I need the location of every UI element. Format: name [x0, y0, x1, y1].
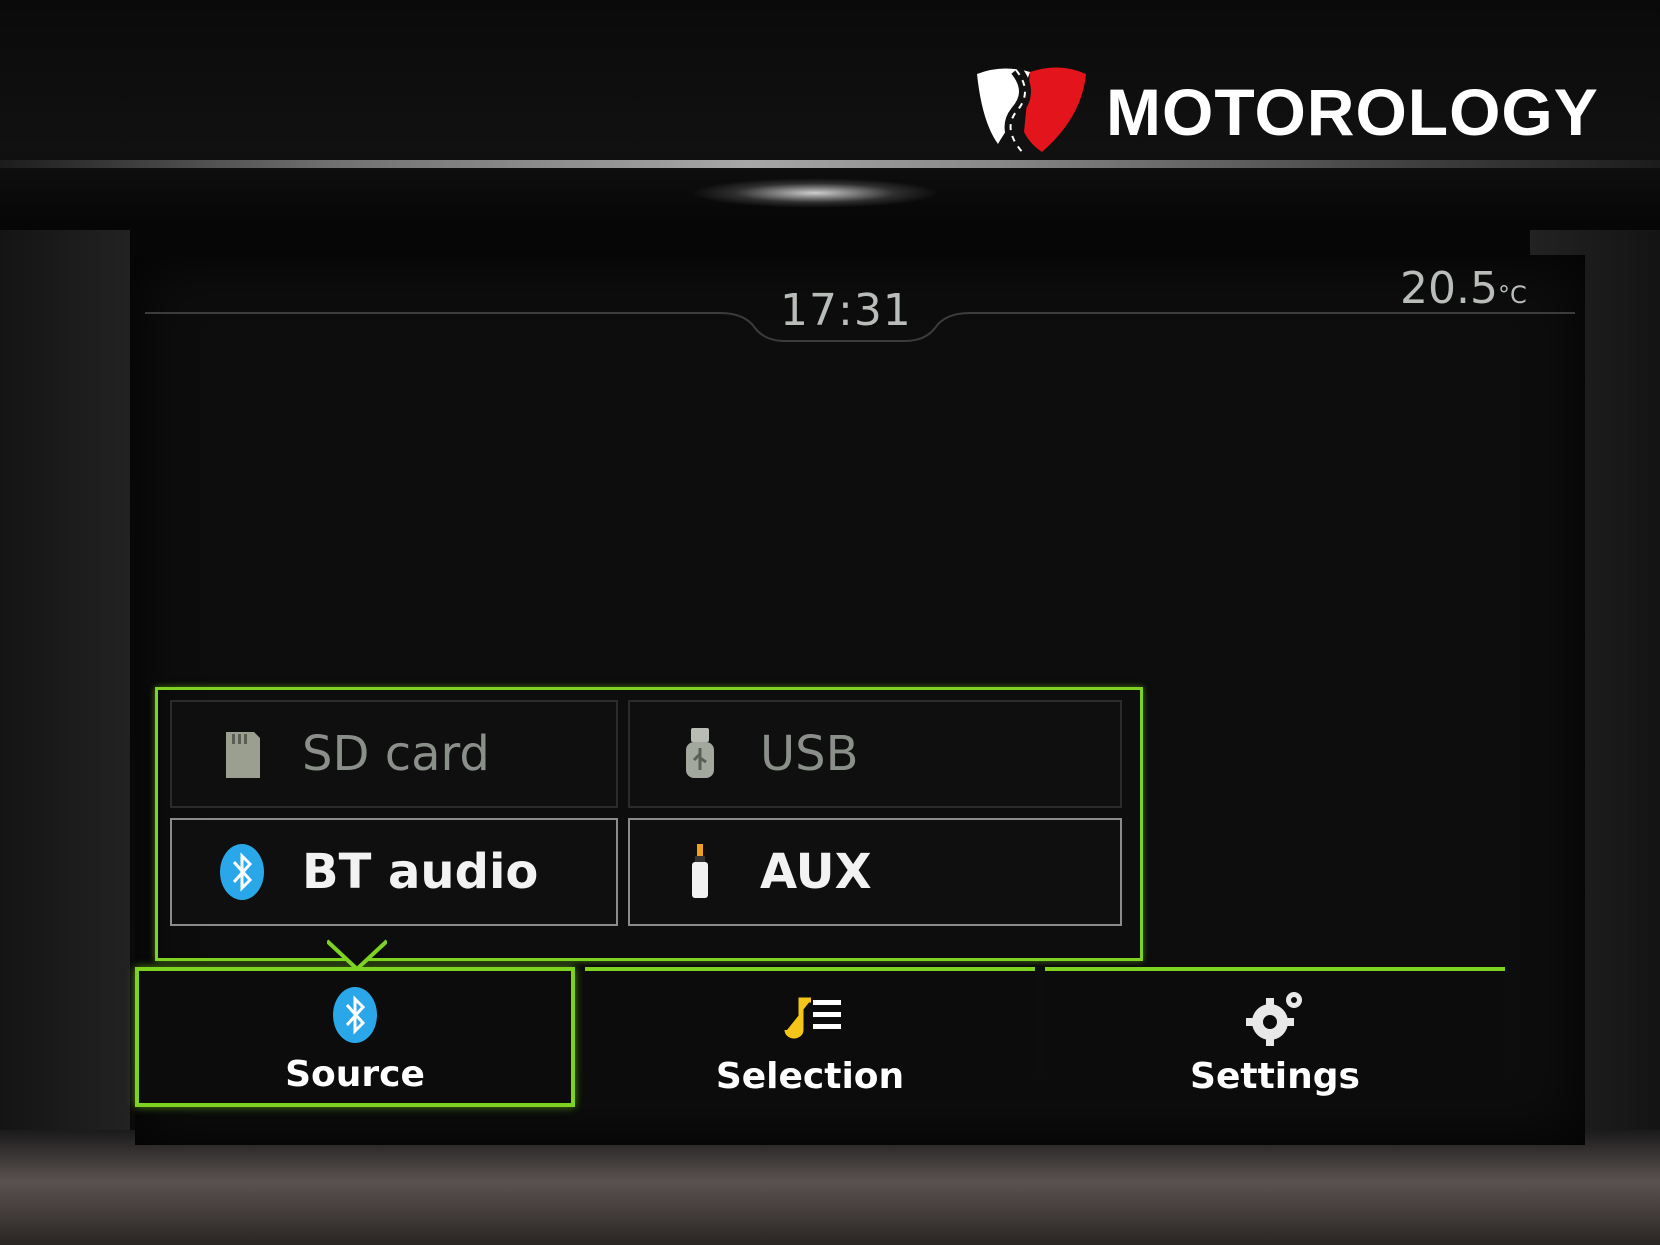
dashboard-bezel: MOTOROLOGY 17:31 20.5°C SD card USB BT a…: [0, 0, 1660, 1245]
usb-icon: [686, 728, 714, 778]
temperature-unit: °C: [1497, 281, 1527, 309]
source-option-label: USB: [760, 726, 859, 782]
watermark-logo: MOTOROLOGY: [972, 62, 1599, 162]
source-option-label: SD card: [302, 726, 490, 782]
left-trim: [0, 230, 130, 1130]
gear-icon: [1246, 991, 1302, 1046]
popup-pointer: [327, 939, 387, 971]
clock: 17:31: [780, 285, 912, 336]
source-option-aux[interactable]: AUX: [628, 818, 1122, 926]
infotainment-screen: 17:31 20.5°C SD card USB BT audio AUX So…: [135, 255, 1585, 1145]
trim-reflection: [690, 178, 940, 208]
source-option-bt-audio[interactable]: BT audio: [170, 818, 618, 926]
road-shield-icon: [977, 66, 1086, 159]
aux-jack-icon: [692, 844, 708, 898]
source-selection-popup: SD card USB BT audio AUX: [155, 687, 1143, 961]
nav-settings-button[interactable]: Settings: [1045, 967, 1505, 1107]
source-option-label: AUX: [760, 844, 872, 900]
sd-card-icon: [226, 732, 260, 778]
bottom-trim: [0, 1130, 1660, 1245]
nav-label: Source: [285, 1053, 425, 1095]
music-list-icon: [784, 997, 841, 1038]
source-option-sd-card[interactable]: SD card: [170, 700, 618, 808]
bottom-navigation: Source Selection Settings: [135, 939, 1575, 1117]
source-option-label: BT audio: [302, 844, 539, 900]
nav-selection-button[interactable]: Selection: [585, 967, 1035, 1107]
nav-label: Selection: [715, 1055, 905, 1097]
bluetooth-icon: [333, 986, 377, 1043]
outside-temperature: 20.5°C: [1400, 263, 1527, 314]
nav-label: Settings: [1190, 1055, 1360, 1097]
source-option-usb[interactable]: USB: [628, 700, 1122, 808]
watermark-brand-text: MOTOROLOGY: [1106, 75, 1599, 149]
bluetooth-icon: [220, 844, 264, 900]
nav-source-button[interactable]: Source: [135, 939, 575, 1107]
temperature-value: 20.5: [1400, 263, 1498, 314]
